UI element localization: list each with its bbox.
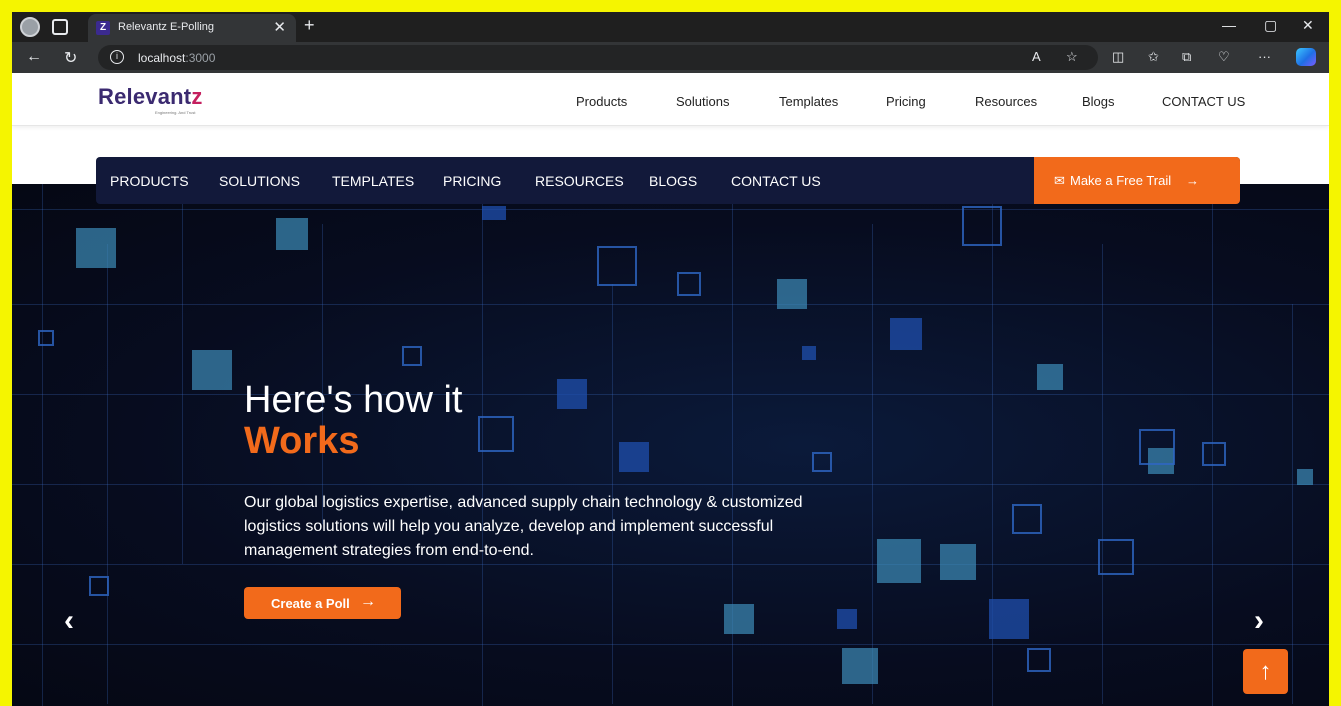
free-trial-label: Make a Free Trail	[1070, 173, 1172, 188]
create-poll-button[interactable]: Create a Poll →	[244, 587, 401, 619]
health-icon[interactable]: ♡	[1218, 49, 1230, 65]
secnav-pricing[interactable]: PRICING	[443, 173, 501, 189]
carousel-next-button[interactable]: ›	[1254, 604, 1264, 638]
topnav-blogs[interactable]: Blogs	[1082, 94, 1115, 109]
new-tab-button[interactable]: +	[304, 15, 315, 36]
browser-window: Z Relevantz E-Polling ✕ + — ▢ ✕ ← ↻ i lo…	[12, 12, 1329, 706]
url-text: localhost:3000	[138, 51, 216, 65]
create-poll-label: Create a Poll	[271, 596, 350, 611]
hero-section: ‹ ›	[12, 184, 1329, 706]
favorite-icon[interactable]: ☆	[1066, 49, 1078, 65]
secnav-solutions[interactable]: SOLUTIONS	[219, 173, 300, 189]
hero-description: Our global logistics expertise, advanced…	[244, 494, 803, 559]
collections-icon[interactable]: ⧉	[1182, 49, 1191, 65]
secnav-contact[interactable]: CONTACT US	[731, 173, 821, 189]
free-trial-button[interactable]: ✉ Make a Free Trail →	[1034, 157, 1240, 204]
address-bar: ← ↻ i localhost:3000 A ☆ ◫ ✩ ⧉ ♡ ···	[12, 42, 1329, 73]
more-icon[interactable]: ···	[1258, 49, 1271, 64]
topnav-resources[interactable]: Resources	[975, 94, 1037, 109]
favorites-icon[interactable]: ✩	[1148, 49, 1159, 65]
chat-icon: ✉	[1054, 173, 1065, 188]
hero-title-accent: Works	[244, 420, 360, 462]
topnav-templates[interactable]: Templates	[779, 94, 838, 109]
url-input[interactable]: i localhost:3000	[98, 45, 1098, 70]
logo[interactable]: Relevantz Engineering. And Trust	[98, 84, 203, 115]
back-icon[interactable]: ←	[26, 48, 42, 66]
tab-close-button[interactable]: ✕	[273, 18, 286, 36]
topnav-pricing[interactable]: Pricing	[886, 94, 926, 109]
logo-tagline: Engineering. And Trust	[155, 110, 196, 115]
topnav-products[interactable]: Products	[576, 94, 627, 109]
info-icon[interactable]: i	[110, 50, 124, 64]
arrow-right-icon: →	[360, 593, 376, 610]
tab-strip: Z Relevantz E-Polling ✕ + — ▢ ✕	[12, 12, 1329, 42]
topnav-solutions[interactable]: Solutions	[676, 94, 729, 109]
minimize-button[interactable]: —	[1222, 17, 1236, 33]
tab-actions-icon[interactable]	[52, 19, 68, 35]
copilot-icon[interactable]	[1296, 48, 1316, 66]
secnav-products[interactable]: PRODUCTS	[110, 173, 189, 189]
secnav-resources[interactable]: RESOURCES	[535, 173, 624, 189]
favicon-icon: Z	[96, 21, 110, 35]
arrow-right-icon: →	[1186, 173, 1199, 188]
secondary-navbar: PRODUCTS SOLUTIONS TEMPLATES PRICING RES…	[96, 157, 1240, 204]
topnav-contact[interactable]: CONTACT US	[1162, 94, 1245, 109]
hero-title: Here's how it	[244, 379, 463, 421]
close-window-button[interactable]: ✕	[1302, 17, 1314, 34]
tab-title: Relevantz E-Polling	[118, 21, 214, 33]
split-screen-icon[interactable]: ◫	[1112, 49, 1124, 65]
scroll-to-top-button[interactable]: ↑	[1243, 649, 1288, 694]
profile-avatar[interactable]	[20, 17, 40, 37]
website: Relevantz Engineering. And Trust Product…	[12, 73, 1329, 706]
top-navbar: Relevantz Engineering. And Trust Product…	[12, 73, 1329, 126]
refresh-icon[interactable]: ↻	[64, 48, 77, 68]
restore-button[interactable]: ▢	[1264, 17, 1277, 34]
secnav-blogs[interactable]: BLOGS	[649, 173, 697, 189]
secnav-templates[interactable]: TEMPLATES	[332, 173, 414, 189]
carousel-prev-button[interactable]: ‹	[64, 604, 74, 638]
browser-tab[interactable]: Z Relevantz E-Polling ✕	[88, 14, 296, 42]
read-aloud-icon[interactable]: A	[1032, 49, 1041, 64]
